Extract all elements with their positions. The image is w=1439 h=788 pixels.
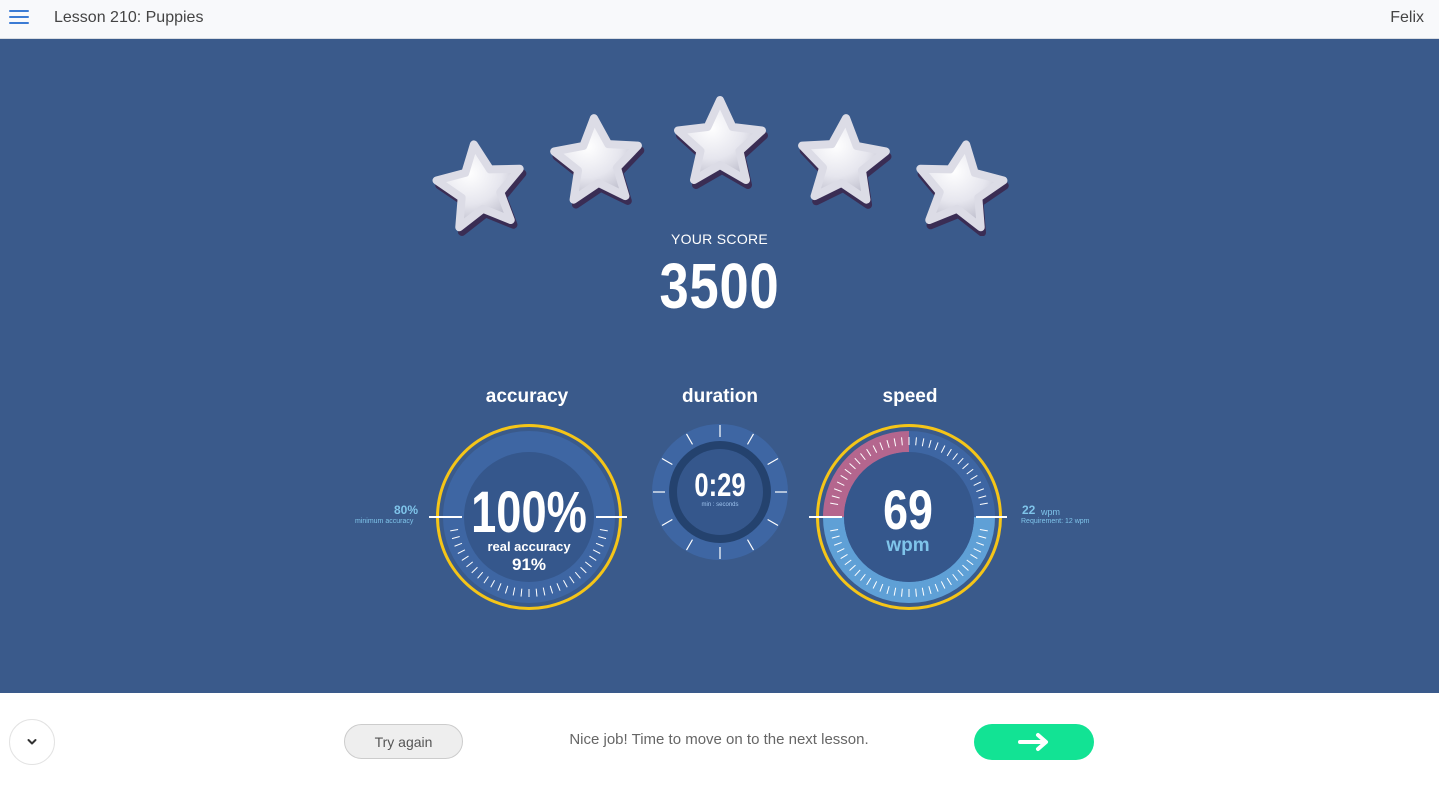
star-icon [674, 96, 768, 189]
arrow-right-icon [1018, 733, 1048, 751]
bottom-bar: Try again Nice job! Time to move on to t… [0, 693, 1439, 788]
star-icon [916, 140, 1009, 236]
speed-title: speed [882, 386, 938, 407]
lesson-title: Lesson 210: Puppies [54, 9, 204, 26]
next-lesson-button[interactable] [974, 724, 1094, 760]
accuracy-title: accuracy [485, 386, 569, 407]
speed-unit: wpm [886, 535, 930, 556]
top-bar: Lesson 210: Puppies Felix [0, 0, 1439, 39]
chevron-down-icon [27, 739, 37, 745]
real-accuracy-label: real accuracy [487, 539, 571, 554]
score-label: YOUR SCORE [670, 231, 769, 247]
star-icon [798, 114, 892, 209]
duration-unit: min : seconds [701, 502, 739, 508]
real-accuracy-value: 91% [511, 555, 547, 574]
minimum-accuracy-label: minimum accuracy [355, 518, 414, 525]
accuracy-value: 100% [471, 480, 587, 545]
results-panel: YOUR SCORE 3500 accuracy duration speed … [0, 39, 1439, 693]
requirement-speed-value: 22 [1022, 503, 1036, 517]
speed-value: 69 [883, 478, 933, 541]
requirement-speed-unit: wpm [1041, 507, 1061, 517]
collapse-button[interactable] [9, 719, 55, 765]
duration-title: duration [682, 386, 758, 407]
score-value: 3500 [659, 250, 780, 322]
duration-value: 0:29 [694, 467, 746, 503]
try-again-button[interactable]: Try again [344, 724, 463, 759]
star-icon [432, 140, 527, 236]
completion-message: Nice job! Time to move on to the next le… [569, 731, 869, 748]
star-icon [550, 114, 645, 209]
user-name[interactable]: Felix [1390, 9, 1424, 27]
hamburger-icon[interactable] [9, 9, 29, 25]
minimum-accuracy-value: 80% [394, 503, 419, 517]
requirement-label: Requirement: 12 wpm [1021, 518, 1090, 525]
